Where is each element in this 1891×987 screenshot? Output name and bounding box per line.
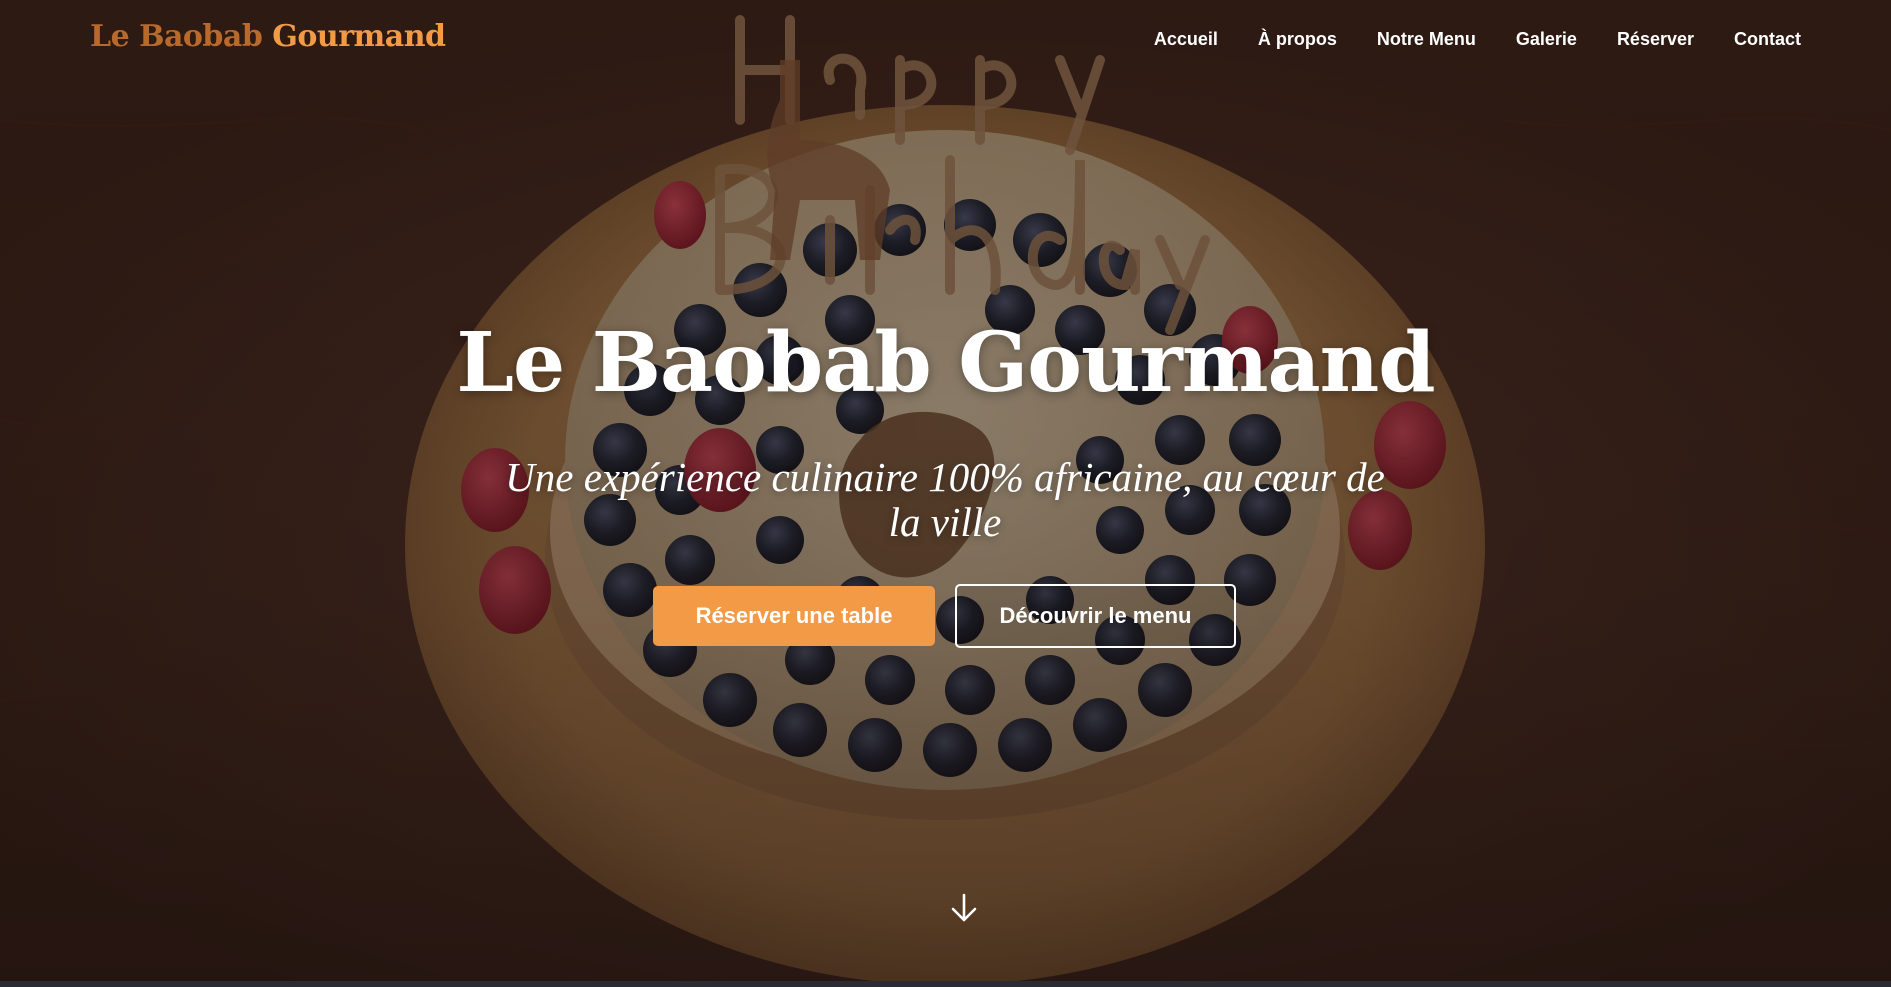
nav-item-a-propos[interactable]: À propos: [1258, 29, 1337, 50]
discover-menu-button[interactable]: Découvrir le menu: [955, 584, 1236, 648]
hero-subtitle: Une expérience culinaire 100% africaine,…: [505, 454, 1385, 545]
reserve-table-button[interactable]: Réserver une table: [653, 586, 935, 646]
page: Le Baobab Gourmand Accueil À propos Notr…: [0, 0, 1891, 987]
arrow-down-icon[interactable]: [950, 893, 978, 923]
nav-item-contact[interactable]: Contact: [1734, 29, 1801, 50]
nav-menu: Accueil À propos Notre Menu Galerie Rése…: [1154, 29, 1801, 50]
nav-item-reserver[interactable]: Réserver: [1617, 29, 1694, 50]
nav-item-accueil[interactable]: Accueil: [1154, 29, 1218, 50]
navbar: Le Baobab Gourmand Accueil À propos Notr…: [0, 0, 1891, 86]
window-bottom-edge: [0, 981, 1891, 987]
nav-item-galerie[interactable]: Galerie: [1516, 29, 1577, 50]
hero-title: Le Baobab Gourmand: [456, 315, 1435, 411]
brand-logo-part1: Le Baobab: [90, 19, 263, 54]
brand-logo[interactable]: Le Baobab Gourmand: [90, 19, 446, 54]
nav-item-notre-menu[interactable]: Notre Menu: [1377, 29, 1476, 50]
brand-logo-part2: Gourmand: [272, 19, 446, 54]
